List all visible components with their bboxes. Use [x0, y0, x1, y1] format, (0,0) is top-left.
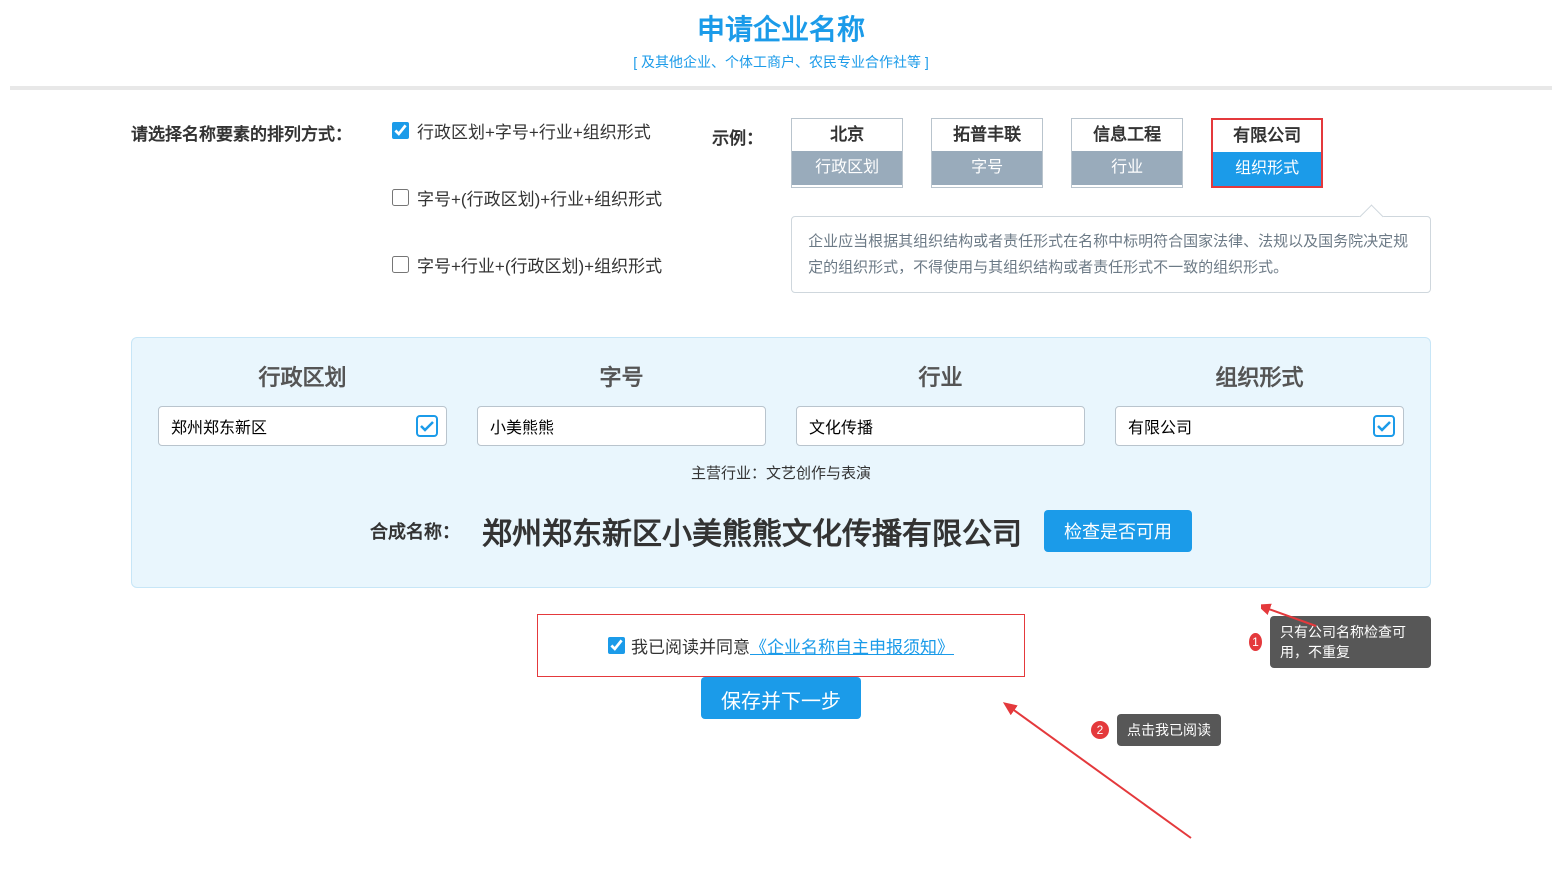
arrange-option-2-checkbox[interactable] [392, 189, 409, 206]
example-box-region-bottom: 行政区划 [792, 151, 902, 185]
consent-text: 我已阅读并同意 [631, 633, 750, 658]
arrange-label: 请选择名称要素的排列方式： [131, 118, 352, 277]
annotation-2-text: 点击我已阅读 [1117, 714, 1221, 746]
arrange-option-1[interactable]: 行政区划+字号+行业+组织形式 [392, 118, 662, 143]
example-box-tradename-top: 拓普丰联 [932, 119, 1042, 151]
region-label: 行政区划 [258, 360, 346, 392]
compose-name: 郑州郑东新区小美熊熊文化传播有限公司 [482, 509, 1022, 553]
consent-link[interactable]: 《企业名称自主申报须知》 [750, 633, 954, 658]
example-box-region[interactable]: 北京 行政区划 [791, 118, 903, 188]
check-availability-button[interactable]: 检查是否可用 [1044, 510, 1192, 552]
example-box-tradename[interactable]: 拓普丰联 字号 [931, 118, 1043, 188]
orgform-input[interactable] [1115, 406, 1404, 446]
example-box-industry[interactable]: 信息工程 行业 [1071, 118, 1183, 188]
arrange-option-3[interactable]: 字号+行业+(行政区划)+组织形式 [392, 252, 662, 277]
arrange-option-1-checkbox[interactable] [392, 122, 409, 139]
example-box-industry-top: 信息工程 [1072, 119, 1182, 151]
annotation-1-text: 只有公司名称检查可用，不重复 [1270, 616, 1431, 668]
info-box: 企业应当根据其组织结构或者责任形式在名称中标明符合国家法律、法规以及国务院决定规… [791, 216, 1431, 293]
sub-industry: 主营行业：文艺创作与表演 [158, 462, 1404, 483]
form-card: 行政区划 字号 行业 组织形式 [131, 337, 1431, 588]
divider [10, 86, 1552, 90]
annotation-1: 1 只有公司名称检查可用，不重复 [1249, 616, 1431, 668]
sub-industry-label: 主营行业： [691, 465, 766, 482]
compose-label: 合成名称： [370, 518, 460, 544]
annotation-1-badge: 1 [1249, 633, 1262, 651]
annotation-2-badge: 2 [1091, 721, 1109, 739]
tradename-input[interactable] [477, 406, 766, 446]
annotation-2: 2 点击我已阅读 [1091, 714, 1221, 746]
arrange-option-3-label: 字号+行业+(行政区划)+组织形式 [417, 252, 662, 277]
arrange-options: 行政区划+字号+行业+组织形式 字号+(行政区划)+行业+组织形式 字号+行业+… [392, 118, 662, 277]
industry-label: 行业 [918, 360, 962, 392]
example-box-industry-bottom: 行业 [1072, 151, 1182, 185]
save-next-button[interactable]: 保存并下一步 [701, 677, 861, 719]
example-box-orgform-bottom: 组织形式 [1213, 152, 1321, 186]
example-box-orgform[interactable]: 有限公司 组织形式 [1211, 118, 1323, 188]
example-box-tradename-bottom: 字号 [932, 151, 1042, 185]
consent-checkbox[interactable] [608, 637, 625, 654]
page-title: 申请企业名称 [0, 8, 1562, 48]
picker-icon[interactable] [1372, 414, 1396, 438]
orgform-label: 组织形式 [1215, 360, 1303, 392]
example-box-orgform-top: 有限公司 [1213, 120, 1321, 152]
page-subtitle: [ 及其他企业、个体工商户、农民专业合作社等 ] [0, 52, 1562, 72]
consent-box: 我已阅读并同意 《企业名称自主申报须知》 [537, 614, 1025, 677]
sub-industry-value: 文艺创作与表演 [766, 465, 871, 482]
example-label: 示例： [712, 118, 763, 313]
picker-icon[interactable] [415, 414, 439, 438]
arrange-option-1-label: 行政区划+字号+行业+组织形式 [417, 118, 651, 143]
arrange-option-2-label: 字号+(行政区划)+行业+组织形式 [417, 185, 662, 210]
arrange-option-3-checkbox[interactable] [392, 256, 409, 273]
example-box-region-top: 北京 [792, 119, 902, 151]
region-input[interactable] [158, 406, 447, 446]
arrange-option-2[interactable]: 字号+(行政区划)+行业+组织形式 [392, 185, 662, 210]
tradename-label: 字号 [599, 360, 643, 392]
industry-input[interactable] [796, 406, 1085, 446]
example-boxes: 北京 行政区划 拓普丰联 字号 信息工程 行业 有限公司 组织形式 [791, 118, 1431, 188]
